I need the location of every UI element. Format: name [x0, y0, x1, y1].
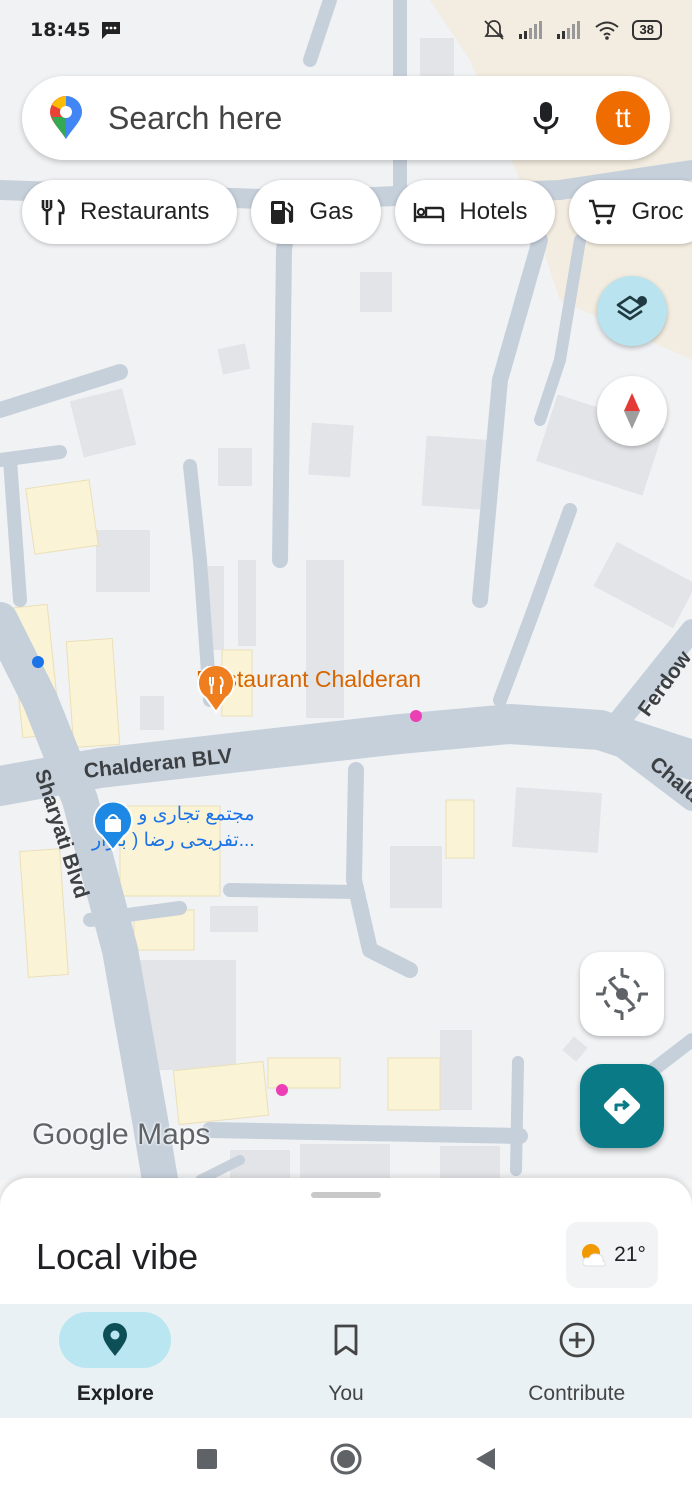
directions-button[interactable]: [580, 1064, 664, 1148]
poi-restaurant-chalderan[interactable]: Restaurant Chalderan: [196, 666, 421, 714]
chip-restaurants[interactable]: Restaurants: [22, 180, 238, 244]
chip-hotels[interactable]: Hotels: [395, 180, 556, 244]
signal-icon: [518, 21, 542, 39]
category-chips: Restaurants Gas Hotels Groc: [22, 180, 692, 244]
bed-icon: [414, 203, 445, 222]
sheet-drag-handle[interactable]: [311, 1192, 381, 1198]
account-avatar[interactable]: tt: [596, 91, 650, 145]
wifi-icon: [594, 21, 619, 40]
chip-groceries[interactable]: Groc: [569, 180, 692, 244]
mute-icon: [483, 20, 504, 40]
chip-gas[interactable]: Gas: [251, 180, 382, 244]
message-icon: [102, 22, 121, 39]
nav-contribute[interactable]: Contribute: [461, 1304, 692, 1418]
back-triangle-icon[interactable]: [473, 1446, 497, 1472]
weather-chip[interactable]: 21°: [566, 1222, 658, 1288]
poi-mall[interactable]: مجتمع تجاری و تفریحی رضا ( بازار...: [92, 802, 255, 854]
nav-contribute-indicator: [521, 1312, 633, 1368]
signal-icon: [556, 21, 580, 39]
bottom-navigation: Explore You Contribute: [0, 1304, 692, 1418]
search-input[interactable]: Search here: [108, 100, 526, 137]
partly-cloudy-icon: [582, 1244, 606, 1267]
restaurant-pin-icon: [197, 666, 235, 714]
my-location-button[interactable]: [580, 952, 664, 1036]
chip-restaurants-label: Restaurants: [80, 198, 210, 225]
compass-button[interactable]: [597, 376, 667, 446]
search-bar[interactable]: Search here tt: [22, 76, 670, 160]
google-maps-watermark: Google Maps: [32, 1118, 211, 1151]
directions-icon: [603, 1087, 641, 1125]
nav-you-indicator: [290, 1312, 402, 1368]
weather-temperature: 21°: [614, 1243, 646, 1266]
cart-icon: [589, 199, 617, 225]
nav-you[interactable]: You: [231, 1304, 462, 1418]
nav-you-label: You: [328, 1382, 364, 1405]
status-time: 18:45: [30, 19, 91, 41]
sheet-title: Local vibe: [36, 1236, 199, 1277]
google-maps-logo-icon: [50, 96, 82, 139]
battery-icon: 38: [631, 20, 662, 40]
gas-pump-icon: [271, 201, 294, 224]
nav-contribute-label: Contribute: [528, 1382, 626, 1405]
nav-explore[interactable]: Explore: [0, 1304, 231, 1418]
home-circle-icon[interactable]: [329, 1442, 363, 1476]
microphone-icon[interactable]: [526, 98, 566, 138]
recents-square-icon[interactable]: [195, 1447, 219, 1471]
system-navigation-bar: [0, 1418, 692, 1500]
compass-icon: [624, 393, 640, 429]
status-bar: 18:45 38: [0, 0, 692, 60]
chip-hotels-label: Hotels: [459, 198, 528, 225]
chip-gas-label: Gas: [309, 198, 354, 225]
layers-button[interactable]: [597, 276, 667, 346]
layers-icon: [616, 295, 647, 321]
add-circle-icon: [559, 1322, 595, 1358]
fork-knife-icon: [41, 198, 65, 225]
shopping-bag-pin-icon: [93, 802, 133, 852]
local-vibe-sheet[interactable]: Local vibe 21°: [0, 1178, 692, 1308]
location-disabled-icon: [596, 968, 648, 1020]
pin-icon: [103, 1323, 128, 1356]
chip-groceries-label: Groc: [631, 198, 684, 225]
status-icons: 38: [482, 18, 662, 42]
nav-explore-label: Explore: [76, 1382, 154, 1405]
nav-explore-indicator: [59, 1312, 172, 1368]
bookmark-icon: [334, 1324, 358, 1356]
